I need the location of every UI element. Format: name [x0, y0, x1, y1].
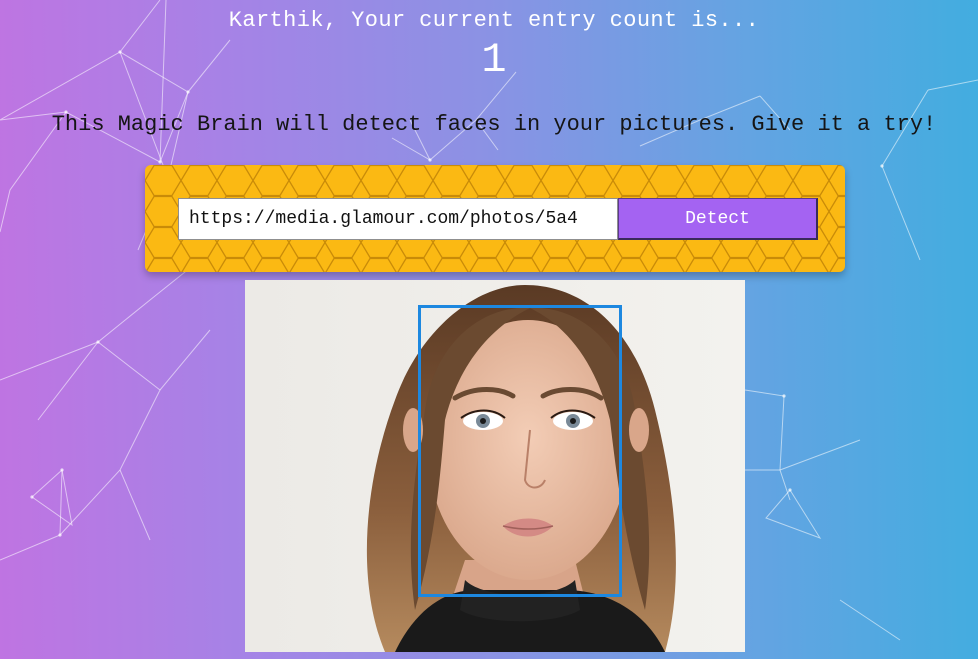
entry-count-message: Karthik, Your current entry count is...: [228, 8, 760, 33]
face-bounding-box: [418, 304, 622, 597]
app-tagline: This Magic Brain will detect faces in yo…: [51, 112, 937, 137]
image-url-input[interactable]: [178, 198, 618, 240]
entry-count-value: 1: [481, 36, 507, 84]
face-image: [245, 280, 745, 652]
image-link-form: Detect: [145, 165, 845, 272]
detect-button[interactable]: Detect: [618, 198, 818, 240]
